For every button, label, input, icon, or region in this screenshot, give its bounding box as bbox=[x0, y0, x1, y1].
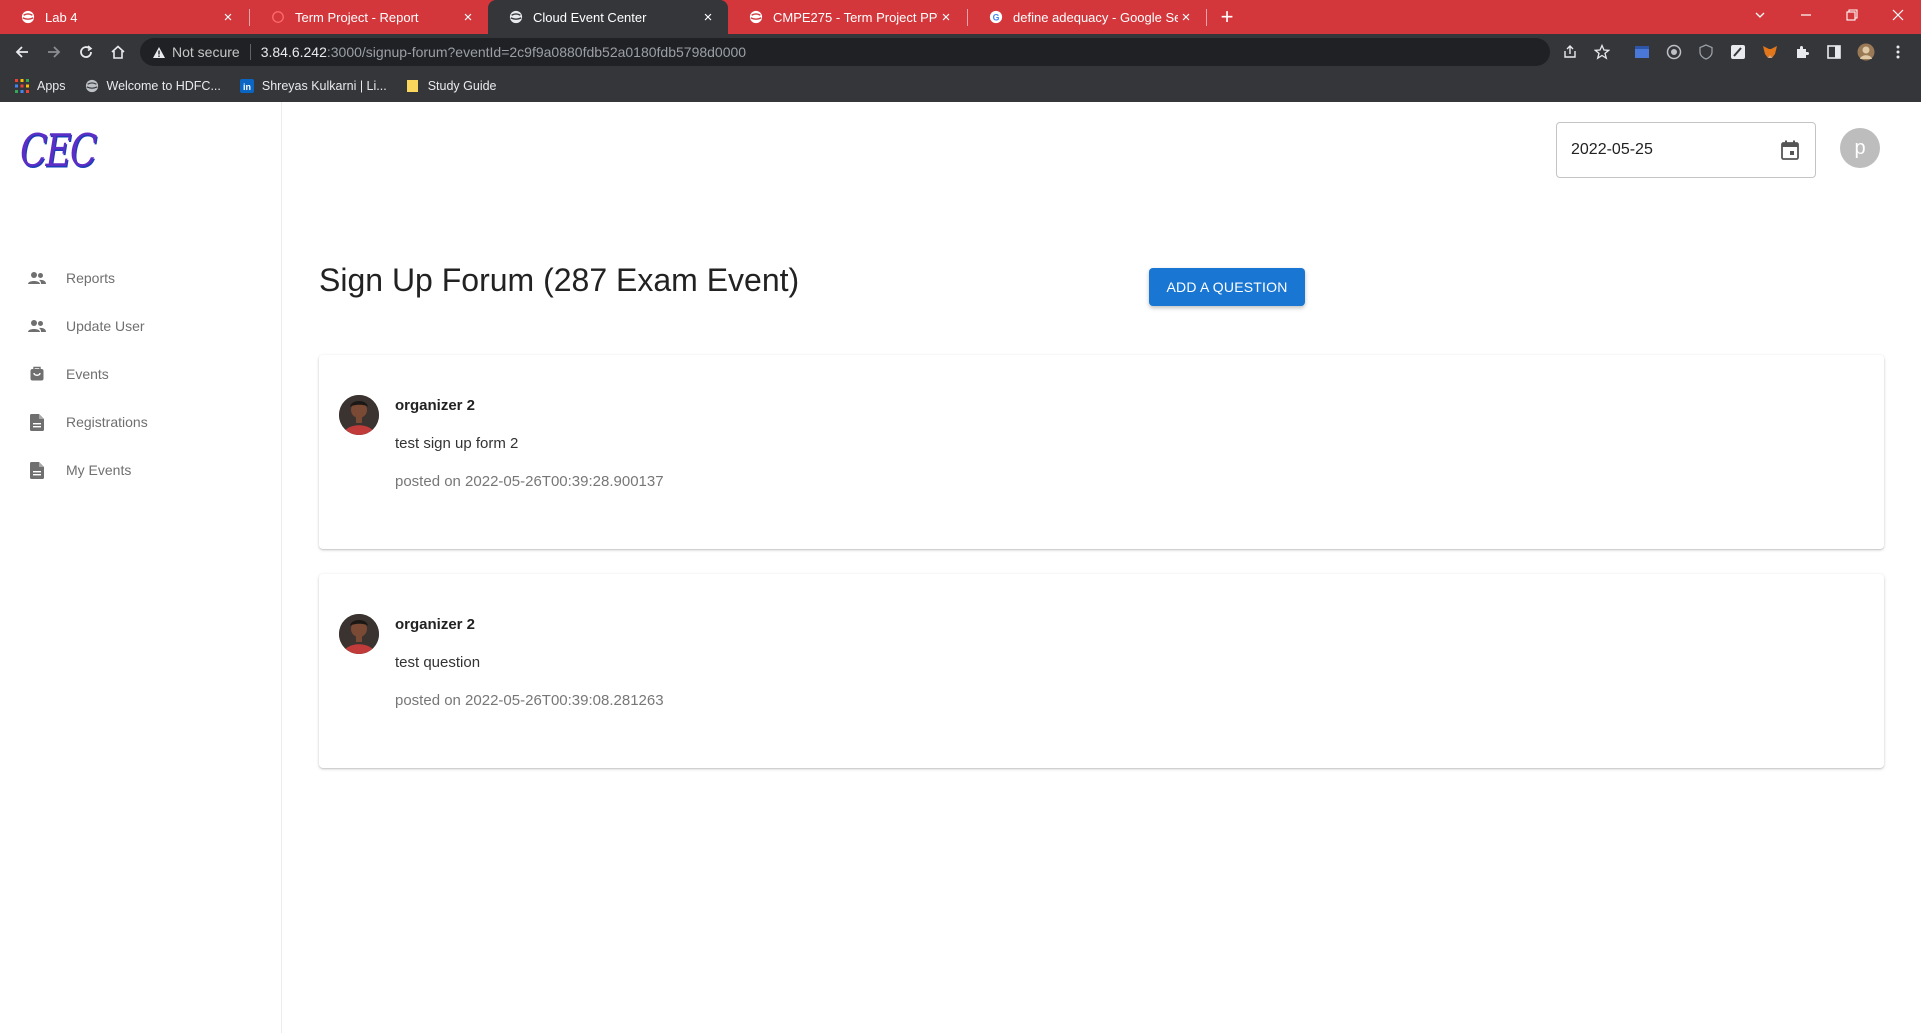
forum-post-card: organizer 2 test sign up form 2 posted o… bbox=[319, 355, 1884, 549]
profile-avatar-icon[interactable] bbox=[1854, 40, 1878, 64]
sidebar-item-label: Registrations bbox=[66, 414, 148, 430]
tab-term-project-report[interactable]: Term Project - Report × bbox=[250, 0, 488, 34]
tab-separator bbox=[1206, 9, 1207, 26]
security-label[interactable]: Not secure bbox=[172, 44, 240, 60]
sidebar-item-events[interactable]: Events bbox=[0, 350, 282, 398]
back-arrow-icon[interactable] bbox=[10, 40, 34, 64]
web-page: CEC Reports Update User Events Registrat… bbox=[0, 102, 1921, 1033]
date-value: 2022-05-25 bbox=[1571, 141, 1653, 158]
tab-title: Term Project - Report bbox=[295, 9, 419, 25]
sidebar-item-label: Update User bbox=[66, 318, 145, 334]
page-title: Sign Up Forum (287 Exam Event) bbox=[319, 262, 800, 298]
google-icon: G bbox=[988, 9, 1004, 25]
url-path: :3000/signup-forum?eventId=2c9f9a0880fdb… bbox=[326, 44, 747, 60]
sidebar-item-reports[interactable]: Reports bbox=[0, 254, 282, 302]
url-host: 3.84.6.242 bbox=[260, 44, 327, 60]
bookmark-hdfc[interactable]: Welcome to HDFC... bbox=[84, 78, 221, 94]
people-icon bbox=[28, 317, 46, 335]
tab-close-icon[interactable]: × bbox=[1178, 9, 1194, 26]
address-bar[interactable]: Not secure 3.84.6.242 :3000/signup-forum… bbox=[140, 38, 1550, 66]
document-icon bbox=[28, 413, 46, 431]
sidebar: CEC Reports Update User Events Registrat… bbox=[0, 102, 282, 1033]
warning-icon bbox=[152, 46, 166, 59]
globe-icon bbox=[84, 78, 100, 94]
sidebar-item-label: My Events bbox=[66, 462, 132, 478]
share-icon[interactable] bbox=[1558, 40, 1582, 64]
tab-title: Lab 4 bbox=[45, 9, 78, 25]
sidebar-item-my-events[interactable]: My Events bbox=[0, 446, 282, 494]
tab-close-icon[interactable]: × bbox=[220, 9, 236, 26]
tab-cmpe275-ppt[interactable]: CMPE275 - Term Project PPT × bbox=[728, 0, 966, 34]
shopping-bag-icon bbox=[28, 365, 46, 383]
sidebar-item-label: Reports bbox=[66, 270, 116, 286]
post-timestamp: posted on 2022-05-26T00:39:28.900137 bbox=[395, 473, 664, 490]
reload-icon[interactable] bbox=[74, 40, 98, 64]
tab-search-icon[interactable] bbox=[1737, 0, 1783, 30]
bookmark-apps[interactable]: Apps bbox=[14, 78, 66, 94]
tab-close-icon[interactable]: × bbox=[938, 9, 954, 26]
bookmark-label: Apps bbox=[37, 79, 66, 93]
tab-google-search[interactable]: G define adequacy - Google Search × bbox=[968, 0, 1206, 34]
sidebar-item-update-user[interactable]: Update User bbox=[0, 302, 282, 350]
svg-text:in: in bbox=[243, 82, 251, 92]
linkedin-icon: in bbox=[239, 78, 255, 94]
loading-icon bbox=[270, 9, 286, 25]
home-icon[interactable] bbox=[106, 40, 130, 64]
extension-blue-icon[interactable] bbox=[1630, 40, 1654, 64]
tab-title: Cloud Event Center bbox=[533, 9, 647, 25]
author-avatar bbox=[339, 395, 379, 435]
browser-toolbar: Not secure 3.84.6.242 :3000/signup-forum… bbox=[0, 34, 1921, 70]
svg-text:G: G bbox=[993, 13, 1000, 23]
bookmark-label: Welcome to HDFC... bbox=[106, 79, 221, 93]
restore-icon[interactable] bbox=[1829, 0, 1875, 30]
sidebar-item-registrations[interactable]: Registrations bbox=[0, 398, 282, 446]
bookmarks-bar: Apps Welcome to HDFC... in Shreyas Kulka… bbox=[0, 70, 1921, 102]
people-icon bbox=[28, 269, 46, 287]
folder-icon bbox=[405, 78, 421, 94]
new-tab-button[interactable]: + bbox=[1215, 4, 1239, 30]
shield-icon[interactable] bbox=[1694, 40, 1718, 64]
bookmark-label: Shreyas Kulkarni | Li... bbox=[261, 79, 387, 93]
forward-arrow-icon[interactable] bbox=[42, 40, 66, 64]
add-question-button[interactable]: ADD A QUESTION bbox=[1149, 268, 1305, 306]
user-avatar[interactable]: p bbox=[1840, 128, 1880, 168]
sidebar-item-label: Events bbox=[66, 366, 109, 382]
post-timestamp: posted on 2022-05-26T00:39:08.281263 bbox=[395, 692, 664, 709]
tab-cloud-event-center[interactable]: Cloud Event Center × bbox=[488, 0, 728, 34]
tab-close-icon[interactable]: × bbox=[700, 9, 716, 26]
close-window-icon[interactable] bbox=[1875, 0, 1921, 30]
forum-post-card: organizer 2 test question posted on 2022… bbox=[319, 574, 1884, 768]
tab-close-icon[interactable]: × bbox=[460, 9, 476, 26]
tab-lab-4[interactable]: Lab 4 × bbox=[0, 0, 248, 34]
metamask-fox-icon[interactable] bbox=[1758, 40, 1782, 64]
author-avatar bbox=[339, 614, 379, 654]
extension-pen-icon[interactable] bbox=[1726, 40, 1750, 64]
globe-icon bbox=[20, 9, 36, 25]
address-divider bbox=[249, 44, 251, 60]
app-logo[interactable]: CEC bbox=[20, 126, 97, 177]
side-panel-icon[interactable] bbox=[1822, 40, 1846, 64]
bookmark-study-guide[interactable]: Study Guide bbox=[405, 78, 497, 94]
tab-title: define adequacy - Google Search bbox=[1013, 9, 1178, 25]
bookmark-star-icon[interactable] bbox=[1590, 40, 1614, 64]
minimize-icon[interactable] bbox=[1783, 0, 1829, 30]
globe-icon bbox=[508, 9, 524, 25]
apps-grid-icon bbox=[14, 78, 30, 94]
post-author: organizer 2 bbox=[395, 397, 476, 414]
tab-title: CMPE275 - Term Project PPT bbox=[773, 9, 938, 25]
bookmark-linkedin[interactable]: in Shreyas Kulkarni | Li... bbox=[239, 78, 387, 94]
post-author: organizer 2 bbox=[395, 616, 476, 633]
github-icon[interactable] bbox=[1662, 40, 1686, 64]
sidebar-nav: Reports Update User Events Registrations bbox=[0, 254, 282, 494]
bookmark-label: Study Guide bbox=[427, 79, 497, 93]
date-picker-field[interactable]: 2022-05-25 bbox=[1556, 122, 1816, 178]
calendar-icon[interactable] bbox=[1779, 139, 1801, 161]
globe-icon bbox=[748, 9, 764, 25]
post-text: test question bbox=[395, 654, 481, 671]
browser-tab-strip: Lab 4 × Term Project - Report × Cloud Ev… bbox=[0, 0, 1921, 34]
post-text: test sign up form 2 bbox=[395, 435, 519, 452]
document-icon bbox=[28, 461, 46, 479]
extensions-puzzle-icon[interactable] bbox=[1790, 40, 1814, 64]
more-menu-icon[interactable] bbox=[1886, 40, 1910, 64]
